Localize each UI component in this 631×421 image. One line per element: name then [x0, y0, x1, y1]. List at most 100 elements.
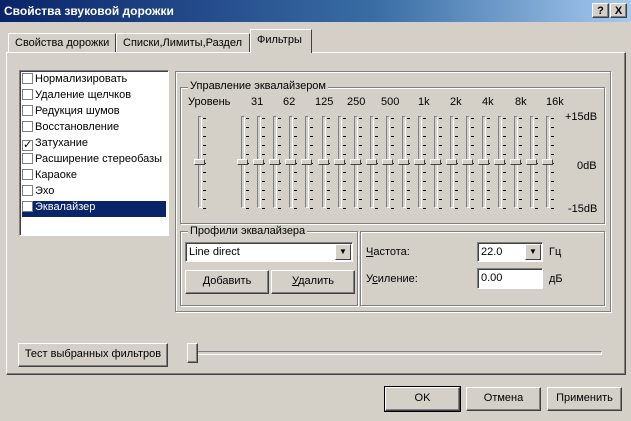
- filter-item-equalizer[interactable]: Эквалайзер: [22, 201, 166, 217]
- band-slider-thumb[interactable]: [494, 159, 505, 165]
- band-slider-thumb[interactable]: [510, 159, 521, 165]
- filter-item-karaoke[interactable]: Караоке: [22, 169, 166, 185]
- filter-item-echo[interactable]: Эхо: [22, 185, 166, 201]
- band-slider-thumb[interactable]: [446, 159, 457, 165]
- add-profile-button[interactable]: Добавить: [185, 270, 269, 294]
- label-text: астота:: [373, 246, 410, 258]
- close-button[interactable]: X: [610, 3, 627, 18]
- band-slider-thumb[interactable]: [462, 159, 473, 165]
- slider-tick: [407, 172, 410, 173]
- slider-tick: [503, 199, 506, 200]
- slider-tick: [391, 145, 394, 146]
- checkbox[interactable]: [22, 169, 33, 180]
- checkbox[interactable]: [22, 185, 33, 196]
- filter-item-declick[interactable]: Удаление щелчков: [22, 89, 166, 105]
- slider-tick: [343, 190, 346, 191]
- slider-tick: [471, 181, 474, 182]
- band-slider-thumb[interactable]: [542, 159, 553, 165]
- slider-tick: [391, 154, 394, 155]
- slider-tick: [439, 199, 442, 200]
- checkbox[interactable]: [22, 153, 33, 164]
- slider-tick: [294, 190, 297, 191]
- band-slider-thumb[interactable]: [350, 159, 361, 165]
- band-slider-thumb[interactable]: [237, 159, 248, 165]
- band-slider-thumb[interactable]: [366, 159, 377, 165]
- filter-label: Эквалайзер: [35, 201, 96, 213]
- slider-tick: [246, 145, 249, 146]
- chevron-down-icon[interactable]: ▼: [335, 244, 351, 260]
- checkbox[interactable]: [22, 105, 33, 116]
- slider-tick: [503, 118, 506, 119]
- slider-tick: [359, 199, 362, 200]
- test-slider-thumb[interactable]: [187, 343, 198, 363]
- cancel-button[interactable]: Отмена: [466, 387, 541, 411]
- filter-item-stereo-widening[interactable]: Расширение стереобазы: [22, 153, 166, 169]
- slider-tick: [262, 181, 265, 182]
- band-slider-thumb[interactable]: [318, 159, 329, 165]
- checkbox[interactable]: [22, 89, 33, 100]
- slider-tick: [407, 127, 410, 128]
- tab-track-properties[interactable]: Свойства дорожки: [8, 33, 116, 52]
- band-slider-thumb[interactable]: [253, 159, 264, 165]
- slider-tick: [294, 127, 297, 128]
- slider-tick: [407, 208, 410, 209]
- band-slider-thumb[interactable]: [301, 159, 312, 165]
- band-label: 4k: [482, 96, 494, 108]
- band-slider-thumb[interactable]: [526, 159, 537, 165]
- band-slider-thumb[interactable]: [334, 159, 345, 165]
- filter-list[interactable]: Нормализировать Удаление щелчков Редукци…: [19, 70, 169, 236]
- test-filters-button[interactable]: Тест выбранных фильтров: [18, 343, 168, 367]
- filter-item-noise-reduction[interactable]: Редукция шумов: [22, 105, 166, 121]
- test-slider-track[interactable]: [188, 351, 602, 355]
- slider-tick: [535, 172, 538, 173]
- slider-tick: [203, 136, 206, 137]
- band-slider-thumb[interactable]: [398, 159, 409, 165]
- band-slider-thumb[interactable]: [430, 159, 441, 165]
- profile-dropdown[interactable]: Line direct: [185, 242, 353, 262]
- level-slider-thumb[interactable]: [194, 159, 205, 165]
- band-slider-thumb[interactable]: [478, 159, 489, 165]
- filter-item-normalize[interactable]: Нормализировать: [22, 73, 166, 89]
- slider-tick: [471, 208, 474, 209]
- slider-tick: [407, 181, 410, 182]
- slider-tick: [519, 181, 522, 182]
- filter-label: Эхо: [35, 185, 55, 197]
- checkbox[interactable]: [22, 201, 33, 212]
- delete-profile-button[interactable]: Удалить: [271, 270, 355, 294]
- filter-label: Восстановление: [35, 121, 120, 133]
- slider-tick: [551, 190, 554, 191]
- tab-filters[interactable]: Фильтры: [250, 29, 312, 53]
- help-button[interactable]: ?: [592, 3, 609, 18]
- equalizer-group-title: Управление эквалайзером: [188, 80, 328, 92]
- band-label: 500: [381, 96, 400, 108]
- tab-lists-limits[interactable]: Списки,Лимиты,Раздел: [116, 33, 250, 52]
- checkbox-checked[interactable]: ✓: [22, 140, 33, 151]
- checkbox[interactable]: [22, 73, 33, 84]
- slider-tick: [262, 127, 265, 128]
- band-slider-thumb[interactable]: [382, 159, 393, 165]
- slider-tick: [487, 208, 490, 209]
- level-label: Уровень: [188, 96, 231, 108]
- gain-input[interactable]: 0.00: [477, 268, 543, 289]
- band-slider-thumb[interactable]: [414, 159, 425, 165]
- slider-tick: [503, 145, 506, 146]
- ok-button[interactable]: OK: [384, 386, 461, 412]
- slider-tick: [310, 190, 313, 191]
- slider-tick: [246, 172, 249, 173]
- checkbox[interactable]: [22, 121, 33, 132]
- scale-top-label: +15dB: [565, 111, 598, 123]
- slider-tick: [535, 181, 538, 182]
- tab-label: Свойства дорожки: [15, 37, 110, 49]
- band-slider-thumb[interactable]: [269, 159, 280, 165]
- slider-tick: [535, 145, 538, 146]
- apply-button[interactable]: Применить: [547, 387, 622, 411]
- filter-item-restoration[interactable]: Восстановление: [22, 121, 166, 137]
- filter-item-fade[interactable]: ✓ Затухание: [22, 137, 166, 153]
- slider-tick: [343, 208, 346, 209]
- slider-tick: [519, 199, 522, 200]
- band-slider-thumb[interactable]: [285, 159, 296, 165]
- slider-tick: [246, 118, 249, 119]
- slider-tick: [246, 208, 249, 209]
- slider-tick: [487, 190, 490, 191]
- chevron-down-icon[interactable]: ▼: [525, 244, 541, 260]
